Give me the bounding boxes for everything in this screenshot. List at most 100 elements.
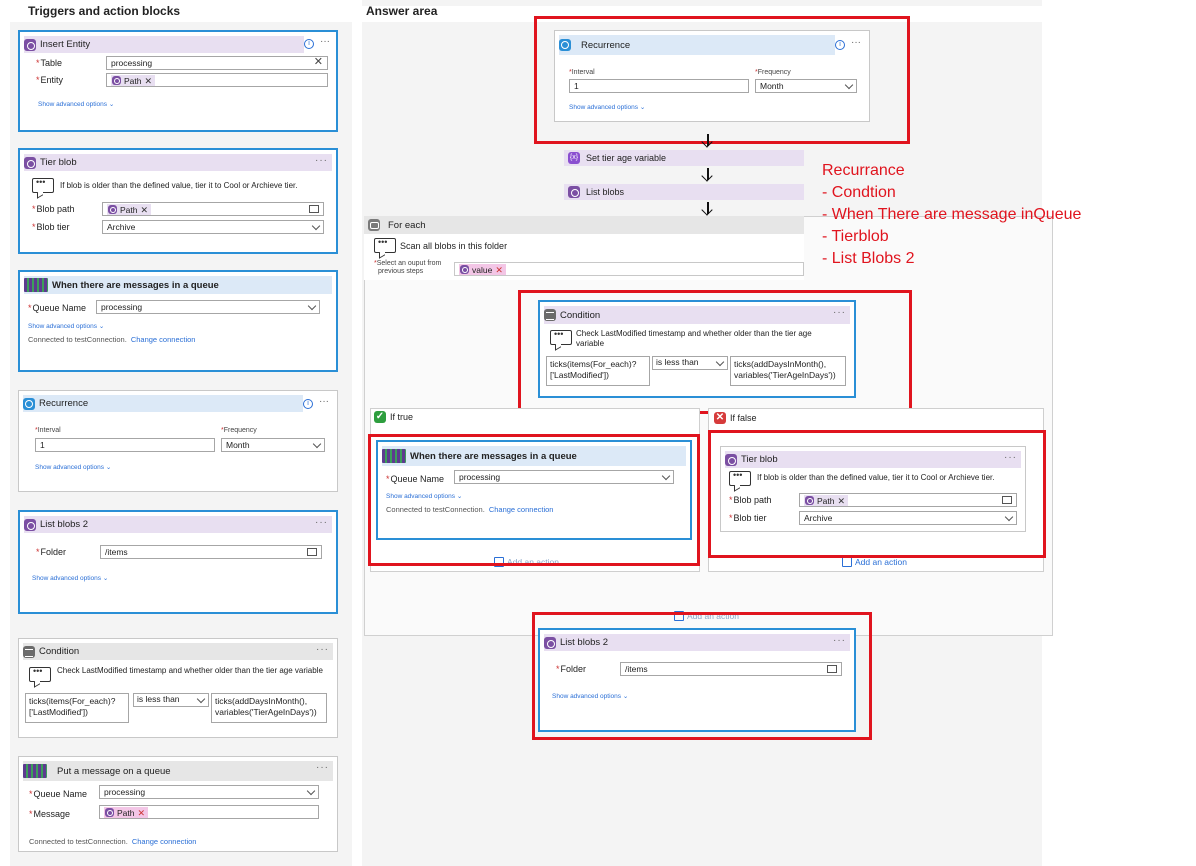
if-false-add-action-button[interactable]: Add an action	[842, 557, 907, 567]
queue-messages-header[interactable]: When there are messages in a queue	[24, 276, 332, 294]
left-operand-field[interactable]: ticks(items(For_each)? ['LastModified'])	[25, 693, 129, 723]
blob-tier-select[interactable]: Archive	[102, 220, 324, 234]
folder-field[interactable]: /items	[100, 545, 322, 559]
queue-name-select[interactable]: processing	[96, 300, 320, 314]
show-advanced-options[interactable]: Show advanced options ⌄	[38, 100, 114, 108]
info-icon[interactable]: i	[304, 39, 314, 49]
recurrence-card[interactable]: Recurrence i ··· *Interval 1 *Frequency …	[18, 390, 338, 492]
answer-list-blobs-2-card[interactable]: List blobs 2 ··· *Folder /items Show adv…	[538, 628, 856, 732]
frequency-select[interactable]: Month	[221, 438, 325, 452]
change-connection-link[interactable]: Change connection	[489, 505, 554, 514]
more-options-icon[interactable]: ···	[316, 762, 329, 773]
blob-path-field[interactable]: Path ✕	[799, 493, 1017, 507]
recurrence-header[interactable]: Recurrence	[23, 395, 303, 412]
answer-condition-header[interactable]: Condition ···	[544, 306, 850, 324]
list-blobs-2-card[interactable]: List blobs 2 ··· *Folder /items Show adv…	[18, 510, 338, 614]
insert-entity-header[interactable]: Insert Entity	[24, 36, 304, 53]
more-options-icon[interactable]: ···	[316, 644, 329, 655]
left-operand-field[interactable]: ticks(items(For_each)? ['LastModified'])	[546, 356, 650, 386]
change-connection-link[interactable]: Change connection	[132, 837, 197, 846]
entity-field[interactable]: Path ✕	[106, 73, 328, 87]
flow-arrow-icon	[701, 168, 715, 182]
message-field[interactable]: Path ✕	[99, 805, 319, 819]
show-advanced-options[interactable]: Show advanced options ⌄	[569, 103, 645, 111]
folder-field[interactable]: /items	[620, 662, 842, 676]
condition-card[interactable]: Condition ··· Check LastModified timesta…	[18, 638, 338, 738]
chevron-down-icon	[307, 301, 317, 311]
answer-condition-card[interactable]: Condition ··· Check LastModified timesta…	[538, 300, 856, 398]
set-tier-age-variable-step[interactable]: {x} Set tier age variable	[564, 150, 804, 166]
list-blobs-2-header[interactable]: List blobs 2 ···	[24, 516, 332, 533]
path-token[interactable]: Path ✕	[104, 807, 149, 818]
operator-select[interactable]: is less than	[652, 356, 728, 370]
list-blobs-step[interactable]: List blobs	[564, 184, 804, 200]
info-icon[interactable]: i	[835, 40, 845, 50]
change-connection-link[interactable]: Change connection	[131, 335, 196, 344]
path-token[interactable]: Path ✕	[111, 75, 156, 86]
blob-path-field[interactable]: Path ✕	[102, 202, 324, 216]
queue-name-select[interactable]: processing	[99, 785, 319, 799]
table-field[interactable]: processing ✕	[106, 56, 328, 70]
blob-path-label: *Blob path	[32, 204, 75, 214]
value-token[interactable]: value ✕	[459, 264, 506, 275]
right-operand-field[interactable]: ticks(addDaysInMonth(), variables('TierAg…	[730, 356, 846, 386]
answer-recurrence-header[interactable]: Recurrence	[559, 35, 835, 55]
left-panel-title: Triggers and action blocks	[28, 4, 181, 18]
queue-name-label: *Queue Name	[29, 789, 88, 799]
storage-icon	[568, 186, 580, 198]
queue-name-select[interactable]: processing	[454, 470, 674, 484]
frequency-select[interactable]: Month	[755, 79, 857, 93]
path-token[interactable]: Path ✕	[804, 495, 849, 506]
more-options-icon[interactable]: ···	[833, 307, 846, 318]
interval-field[interactable]: 1	[35, 438, 215, 452]
more-options-icon[interactable]: ···	[320, 36, 330, 47]
right-operand-field[interactable]: ticks(addDaysInMonth(), variables('TierAg…	[211, 693, 327, 723]
answer-tier-blob-header[interactable]: Tier blob ···	[725, 451, 1021, 468]
queue-messages-card[interactable]: When there are messages in a queue *Queu…	[18, 270, 338, 372]
remove-token-icon: ✕	[140, 204, 149, 215]
show-advanced-options[interactable]: Show advanced options ⌄	[35, 463, 111, 471]
chevron-down-icon	[715, 357, 725, 367]
for-each-header[interactable]: For each	[364, 216, 804, 234]
tier-blob-header[interactable]: Tier blob ···	[24, 154, 332, 171]
remove-token-icon: ✕	[137, 807, 146, 818]
storage-icon	[24, 518, 36, 531]
folder-icon[interactable]	[309, 205, 319, 213]
folder-icon[interactable]	[307, 548, 317, 556]
more-options-icon[interactable]: ···	[315, 517, 328, 528]
folder-icon[interactable]	[1002, 496, 1012, 504]
answer-recurrence-card[interactable]: Recurrence i ··· *Interval 1 *Frequency …	[554, 30, 870, 122]
insert-entity-card[interactable]: Insert Entity i ··· *Table processing ✕ *…	[18, 30, 338, 132]
clear-icon[interactable]: ✕	[314, 57, 323, 68]
interval-field[interactable]: 1	[569, 79, 749, 93]
more-options-icon[interactable]: ···	[833, 635, 846, 646]
show-advanced-options[interactable]: Show advanced options ⌄	[28, 322, 104, 330]
put-message-card[interactable]: Put a message on a queue ··· *Queue Name…	[18, 756, 338, 852]
put-message-header[interactable]: Put a message on a queue ···	[23, 761, 333, 781]
select-output-field[interactable]: value ✕	[454, 262, 804, 276]
show-advanced-options[interactable]: Show advanced options ⌄	[386, 492, 462, 500]
blob-tier-select[interactable]: Archive	[799, 511, 1017, 525]
more-options-icon[interactable]: ···	[851, 37, 861, 48]
operator-select[interactable]: is less than	[133, 693, 209, 707]
show-advanced-options[interactable]: Show advanced options ⌄	[32, 574, 108, 582]
answer-queue-messages-card[interactable]: When there are messages in a queue *Queu…	[376, 440, 692, 540]
storage-icon	[105, 808, 114, 817]
show-advanced-options[interactable]: Show advanced options ⌄	[552, 692, 628, 700]
more-options-icon[interactable]: ···	[315, 155, 328, 166]
more-options-icon[interactable]: ···	[319, 396, 329, 407]
path-token[interactable]: Path ✕	[107, 204, 152, 215]
if-true-add-action-button[interactable]: Add an action	[494, 557, 559, 567]
comment-icon	[374, 237, 396, 253]
condition-icon	[544, 309, 556, 321]
condition-header[interactable]: Condition ···	[23, 643, 333, 660]
answer-queue-messages-header[interactable]: When there are messages in a queue	[382, 446, 686, 466]
folder-icon[interactable]	[827, 665, 837, 673]
tier-blob-card[interactable]: Tier blob ··· If blob is older than the …	[18, 148, 338, 254]
info-icon[interactable]: i	[303, 399, 313, 409]
remove-token-icon: ✕	[495, 264, 503, 275]
for-each-add-action-button[interactable]: Add an action	[674, 611, 739, 621]
more-options-icon[interactable]: ···	[1004, 452, 1017, 463]
answer-tier-blob-card[interactable]: Tier blob ··· If blob is older than the …	[720, 446, 1026, 532]
answer-list-blobs-2-header[interactable]: List blobs 2 ···	[544, 634, 850, 651]
